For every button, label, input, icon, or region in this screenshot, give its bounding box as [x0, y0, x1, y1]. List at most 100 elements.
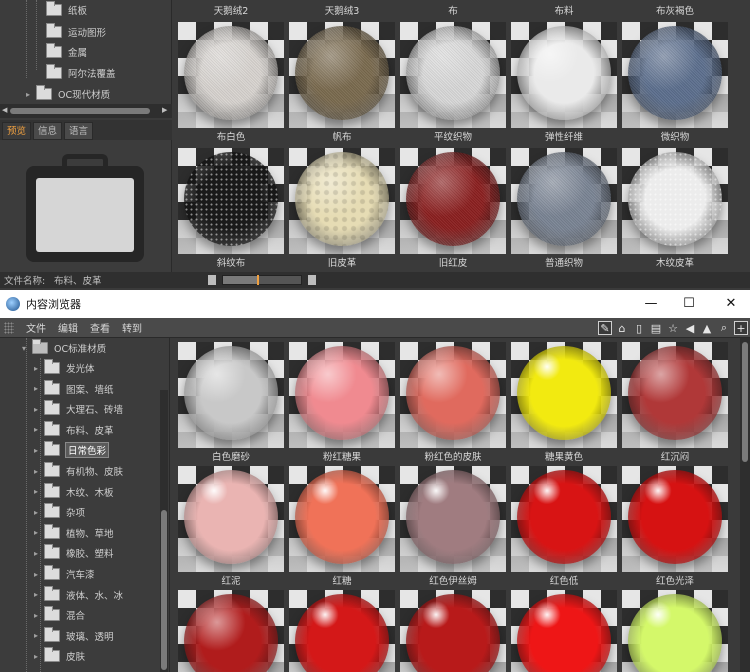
- thumbnail-size-icon[interactable]: [208, 275, 216, 285]
- add-icon[interactable]: +: [734, 321, 748, 335]
- expand-icon[interactable]: ▸: [34, 467, 44, 476]
- menu-file[interactable]: 文件: [20, 320, 52, 335]
- material-thumbnail[interactable]: [178, 22, 284, 128]
- expand-icon[interactable]: ▸: [34, 487, 44, 496]
- material-thumbnail[interactable]: [178, 466, 284, 572]
- material-thumbnail[interactable]: [400, 22, 506, 128]
- back-icon[interactable]: ◀: [683, 321, 697, 335]
- tab-info[interactable]: 信息: [33, 122, 63, 140]
- material-thumbnail[interactable]: [622, 466, 728, 572]
- tree-item-label: 汽车漆: [66, 570, 95, 581]
- search-icon[interactable]: ⌕: [717, 321, 731, 335]
- home-icon[interactable]: ⌂: [615, 321, 629, 335]
- scroll-thumb[interactable]: [742, 342, 748, 462]
- material-thumbnail[interactable]: [622, 22, 728, 128]
- minimize-button[interactable]: —: [634, 290, 668, 318]
- expand-icon[interactable]: ▸: [34, 405, 44, 414]
- tree-item-cardboard[interactable]: 纸板: [46, 0, 87, 20]
- material-thumbnail[interactable]: [400, 342, 506, 448]
- top-tree-hscrollbar[interactable]: ◀ ▶: [0, 104, 172, 118]
- scroll-left-icon[interactable]: ◀: [2, 106, 7, 114]
- thumbnail-size-large-icon[interactable]: [308, 275, 316, 285]
- lock-icon[interactable]: ▯: [632, 321, 646, 335]
- material-sphere: [295, 26, 389, 120]
- material-thumbnail[interactable]: [511, 466, 617, 572]
- tree-item[interactable]: ▸ 汽车漆: [34, 564, 95, 584]
- pencil-icon[interactable]: ✎: [598, 321, 612, 335]
- tree-item-oc-standard[interactable]: ▾ OC标准材质: [22, 338, 106, 358]
- material-thumbnail[interactable]: [511, 342, 617, 448]
- expand-icon[interactable]: ▸: [34, 508, 44, 517]
- tree-item[interactable]: ▸ 植物、草地: [34, 523, 114, 543]
- expand-icon[interactable]: ▸: [34, 446, 44, 455]
- expand-icon[interactable]: ▸: [34, 549, 44, 558]
- menu-go[interactable]: 转到: [116, 320, 148, 335]
- tree-item[interactable]: ▸ 橡胶、塑料: [34, 543, 114, 563]
- tree-item-alpha-overlay[interactable]: 阿尔法覆盖: [46, 63, 116, 83]
- tree-item[interactable]: ▸ 玻璃、透明: [34, 626, 114, 646]
- tree-item[interactable]: ▸ 混合: [34, 605, 85, 625]
- expand-icon[interactable]: ▸: [34, 528, 44, 537]
- scroll-right-icon[interactable]: ▶: [162, 106, 167, 114]
- material-thumbnail[interactable]: [400, 466, 506, 572]
- star-icon[interactable]: ☆: [666, 321, 680, 335]
- tree-item[interactable]: ▸ 皮肤: [34, 646, 85, 666]
- tree-item[interactable]: ▸ 杂项: [34, 502, 85, 522]
- folder-icon: [44, 420, 60, 436]
- material-thumbnail[interactable]: [289, 22, 395, 128]
- tab-language[interactable]: 语言: [64, 122, 94, 140]
- scroll-thumb[interactable]: [10, 108, 150, 114]
- menu-edit[interactable]: 编辑: [52, 320, 84, 335]
- tree-item[interactable]: ▸ 布料、皮革: [34, 420, 114, 440]
- expand-icon[interactable]: ▸: [34, 384, 44, 393]
- material-thumbnail[interactable]: [289, 148, 395, 254]
- tree-item[interactable]: ▸ 有机物、皮肤: [34, 461, 123, 481]
- expand-icon[interactable]: ▸: [34, 425, 44, 434]
- material-thumbnail[interactable]: [400, 148, 506, 254]
- expand-icon[interactable]: ▸: [34, 631, 44, 640]
- expand-icon[interactable]: ▸: [34, 652, 44, 661]
- tree-item-metal[interactable]: 金属: [46, 42, 87, 62]
- folder-icon: [44, 359, 60, 374]
- tree-item[interactable]: ▸ 日常色彩: [34, 440, 110, 460]
- material-thumbnail[interactable]: [511, 148, 617, 254]
- expand-icon[interactable]: ▸: [34, 590, 44, 599]
- tree-item[interactable]: ▸ 图案、墙纸: [34, 379, 114, 399]
- thumbnail-size-slider[interactable]: [222, 275, 302, 285]
- grid-vscrollbar[interactable]: [740, 338, 750, 672]
- close-button[interactable]: ✕: [714, 290, 748, 318]
- tree-item[interactable]: ▸ 发光体: [34, 358, 95, 378]
- material-thumbnail[interactable]: [178, 590, 284, 672]
- tree-item[interactable]: ▸ 木纹、木板: [34, 482, 114, 502]
- material-thumbnail[interactable]: [289, 466, 395, 572]
- material-thumbnail[interactable]: [622, 148, 728, 254]
- material-thumbnail[interactable]: [289, 342, 395, 448]
- book-icon[interactable]: ▤: [649, 321, 663, 335]
- material-thumbnail[interactable]: [622, 342, 728, 448]
- tree-item-oc-modern[interactable]: ▸ OC现代材质: [26, 84, 110, 104]
- material-label: 斜纹布: [216, 258, 246, 269]
- menu-bar: 文件 编辑 查看 转到 ✎ ⌂ ▯ ▤ ☆ ◀ ▲ ⌕ +: [0, 318, 750, 338]
- material-thumbnail[interactable]: [511, 590, 617, 672]
- material-thumbnail[interactable]: [400, 590, 506, 672]
- tree-vscrollbar[interactable]: [160, 390, 168, 672]
- forward-icon[interactable]: ▲: [700, 321, 714, 335]
- collapse-icon[interactable]: ▾: [22, 344, 32, 353]
- expand-icon[interactable]: ▸: [34, 364, 44, 373]
- tab-preview[interactable]: 预览: [2, 122, 32, 140]
- material-thumbnail[interactable]: [622, 590, 728, 672]
- material-thumbnail[interactable]: [178, 342, 284, 448]
- scroll-thumb[interactable]: [161, 510, 167, 670]
- material-sphere: [295, 346, 389, 440]
- tree-item[interactable]: ▸ 液体、水、冰: [34, 585, 123, 605]
- tree-item-motion-graphics[interactable]: 运动图形: [46, 22, 106, 42]
- material-thumbnail[interactable]: [511, 22, 617, 128]
- tree-item[interactable]: ▸ 大理石、砖墙: [34, 399, 123, 419]
- menu-view[interactable]: 查看: [84, 320, 116, 335]
- maximize-button[interactable]: ☐: [672, 290, 706, 318]
- expand-icon[interactable]: ▸: [26, 90, 36, 99]
- expand-icon[interactable]: ▸: [34, 611, 44, 620]
- material-thumbnail[interactable]: [289, 590, 395, 672]
- material-thumbnail[interactable]: [178, 148, 284, 254]
- expand-icon[interactable]: ▸: [34, 570, 44, 579]
